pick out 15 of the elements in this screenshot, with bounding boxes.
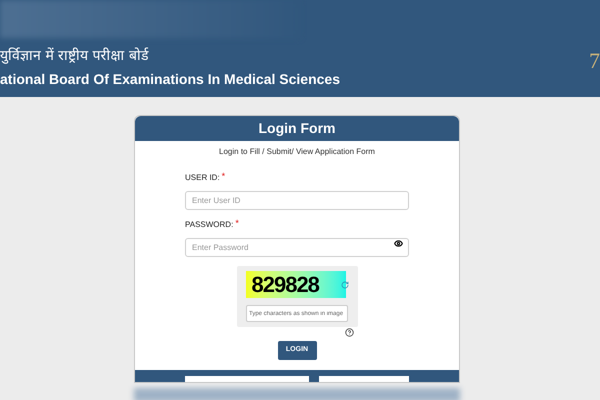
help-icon[interactable] — [344, 328, 354, 337]
captcha-image: 829828 — [246, 271, 346, 298]
password-field[interactable]: Enter Password — [185, 238, 409, 257]
logo-text: 7 — [589, 47, 600, 75]
required-mark: * — [235, 219, 239, 227]
form-title: Login Form — [258, 119, 336, 138]
field-label: PASSWORD: — [185, 219, 234, 231]
field-label: USER ID: — [185, 172, 220, 184]
show-password-icon[interactable] — [394, 239, 403, 248]
user-id-field[interactable]: Enter User ID — [185, 191, 409, 210]
hindi-title: युर्विज्ञान में राष्ट्रीय परीक्षा बोर्ड — [0, 46, 148, 66]
refresh-icon[interactable] — [340, 280, 348, 288]
required-mark: * — [222, 172, 226, 180]
english-title: ational Board Of Examinations In Medical Sciences — [0, 70, 340, 89]
form-subtitle: Login to Fill / Submit/ View Application Form — [218, 146, 376, 158]
